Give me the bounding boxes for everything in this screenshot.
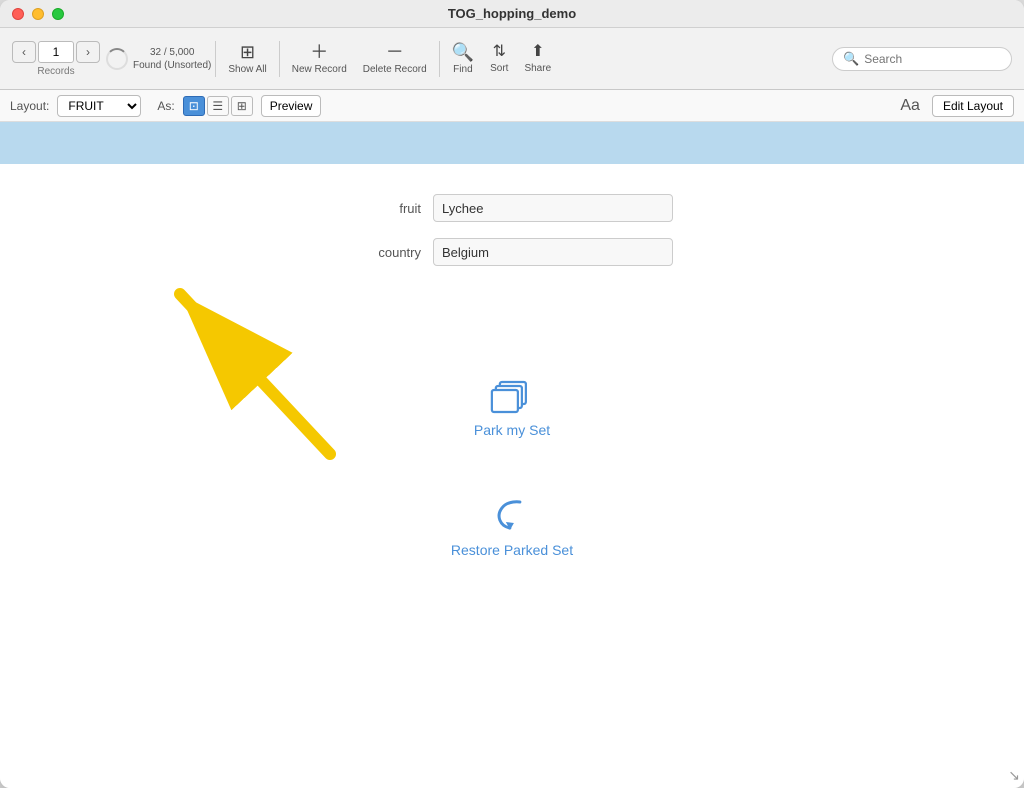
show-all-icon: ⊞ bbox=[240, 43, 255, 61]
preview-button[interactable]: Preview bbox=[261, 95, 322, 117]
preview-label: Preview bbox=[270, 99, 313, 113]
country-input[interactable] bbox=[433, 238, 673, 266]
records-label: Records bbox=[37, 66, 74, 77]
toolbar: ‹ 1 › Records 32 / 5,000 Found (Unsorted… bbox=[0, 28, 1024, 90]
new-record-icon: ＋ bbox=[310, 43, 328, 61]
spinner bbox=[106, 48, 128, 70]
window-controls bbox=[12, 8, 64, 20]
find-label: Find bbox=[453, 64, 472, 75]
share-icon: ⬆ bbox=[531, 44, 544, 60]
fruit-input[interactable] bbox=[433, 194, 673, 222]
form-area: fruit country bbox=[0, 194, 1024, 266]
toolbar-divider-3 bbox=[439, 41, 440, 77]
park-my-set-icon bbox=[488, 374, 536, 416]
show-all-label: Show All bbox=[228, 64, 266, 75]
delete-record-label: Delete Record bbox=[363, 64, 427, 75]
edit-layout-button[interactable]: Edit Layout bbox=[932, 95, 1014, 117]
view-as-label: As: bbox=[157, 99, 174, 113]
country-field-row: country bbox=[351, 238, 673, 266]
resize-handle[interactable]: ↘ bbox=[1008, 767, 1020, 784]
park-section: Park my Set bbox=[474, 374, 550, 438]
park-my-set-label[interactable]: Park my Set bbox=[474, 422, 550, 438]
list-view-button[interactable]: ☰ bbox=[207, 96, 229, 116]
edit-layout-label: Edit Layout bbox=[943, 99, 1003, 113]
show-all-button[interactable]: ⊞ Show All bbox=[220, 39, 274, 79]
minimize-button[interactable] bbox=[32, 8, 44, 20]
toolbar-divider-2 bbox=[279, 41, 280, 77]
layout-bar: Layout: FRUIT As: ⊡ ☰ ⊞ Preview Aa Edit … bbox=[0, 90, 1024, 122]
window-title: TOG_hopping_demo bbox=[448, 6, 576, 21]
font-icon: Aa bbox=[900, 97, 920, 115]
layout-label: Layout: bbox=[10, 99, 49, 113]
close-button[interactable] bbox=[12, 8, 24, 20]
records-found: 32 / 5,000 bbox=[133, 46, 211, 59]
toolbar-divider-1 bbox=[215, 41, 216, 77]
view-icons: ⊡ ☰ ⊞ bbox=[183, 96, 253, 116]
record-number-input[interactable]: 1 bbox=[38, 41, 74, 63]
new-record-button[interactable]: ＋ New Record bbox=[284, 39, 355, 79]
search-input[interactable] bbox=[864, 52, 1001, 66]
restore-parked-set-label[interactable]: Restore Parked Set bbox=[451, 542, 573, 558]
delete-record-button[interactable]: － Delete Record bbox=[355, 39, 435, 79]
sort-label: Sort bbox=[490, 63, 508, 74]
next-record-button[interactable]: › bbox=[76, 41, 100, 63]
prev-record-button[interactable]: ‹ bbox=[12, 41, 36, 63]
sort-icon: ⇅ bbox=[493, 44, 506, 60]
search-box[interactable]: 🔍 bbox=[832, 47, 1012, 71]
table-view-button[interactable]: ⊞ bbox=[231, 96, 253, 116]
annotation-arrow bbox=[140, 274, 360, 479]
sort-button[interactable]: ⇅ Sort bbox=[482, 40, 516, 78]
find-icon: 🔍 bbox=[452, 43, 474, 61]
blue-band-header bbox=[0, 122, 1024, 164]
search-icon: 🔍 bbox=[843, 51, 859, 67]
find-button[interactable]: 🔍 Find bbox=[444, 39, 482, 79]
maximize-button[interactable] bbox=[52, 8, 64, 20]
share-label: Share bbox=[524, 63, 551, 74]
layout-select[interactable]: FRUIT bbox=[57, 95, 141, 117]
fruit-field-row: fruit bbox=[351, 194, 673, 222]
form-view-button[interactable]: ⊡ bbox=[183, 96, 205, 116]
restore-section: Restore Parked Set bbox=[451, 494, 573, 558]
title-bar: TOG_hopping_demo bbox=[0, 0, 1024, 28]
records-unsorted: Found (Unsorted) bbox=[133, 59, 211, 72]
new-record-label: New Record bbox=[292, 64, 347, 75]
main-content: fruit country Park my Set bbox=[0, 164, 1024, 788]
share-button[interactable]: ⬆ Share bbox=[516, 40, 559, 78]
app-window: TOG_hopping_demo ‹ 1 › Records 32 / 5,00… bbox=[0, 0, 1024, 788]
country-label: country bbox=[351, 245, 421, 260]
restore-parked-set-icon bbox=[488, 494, 536, 536]
delete-record-icon: － bbox=[386, 43, 404, 61]
fruit-label: fruit bbox=[351, 201, 421, 216]
